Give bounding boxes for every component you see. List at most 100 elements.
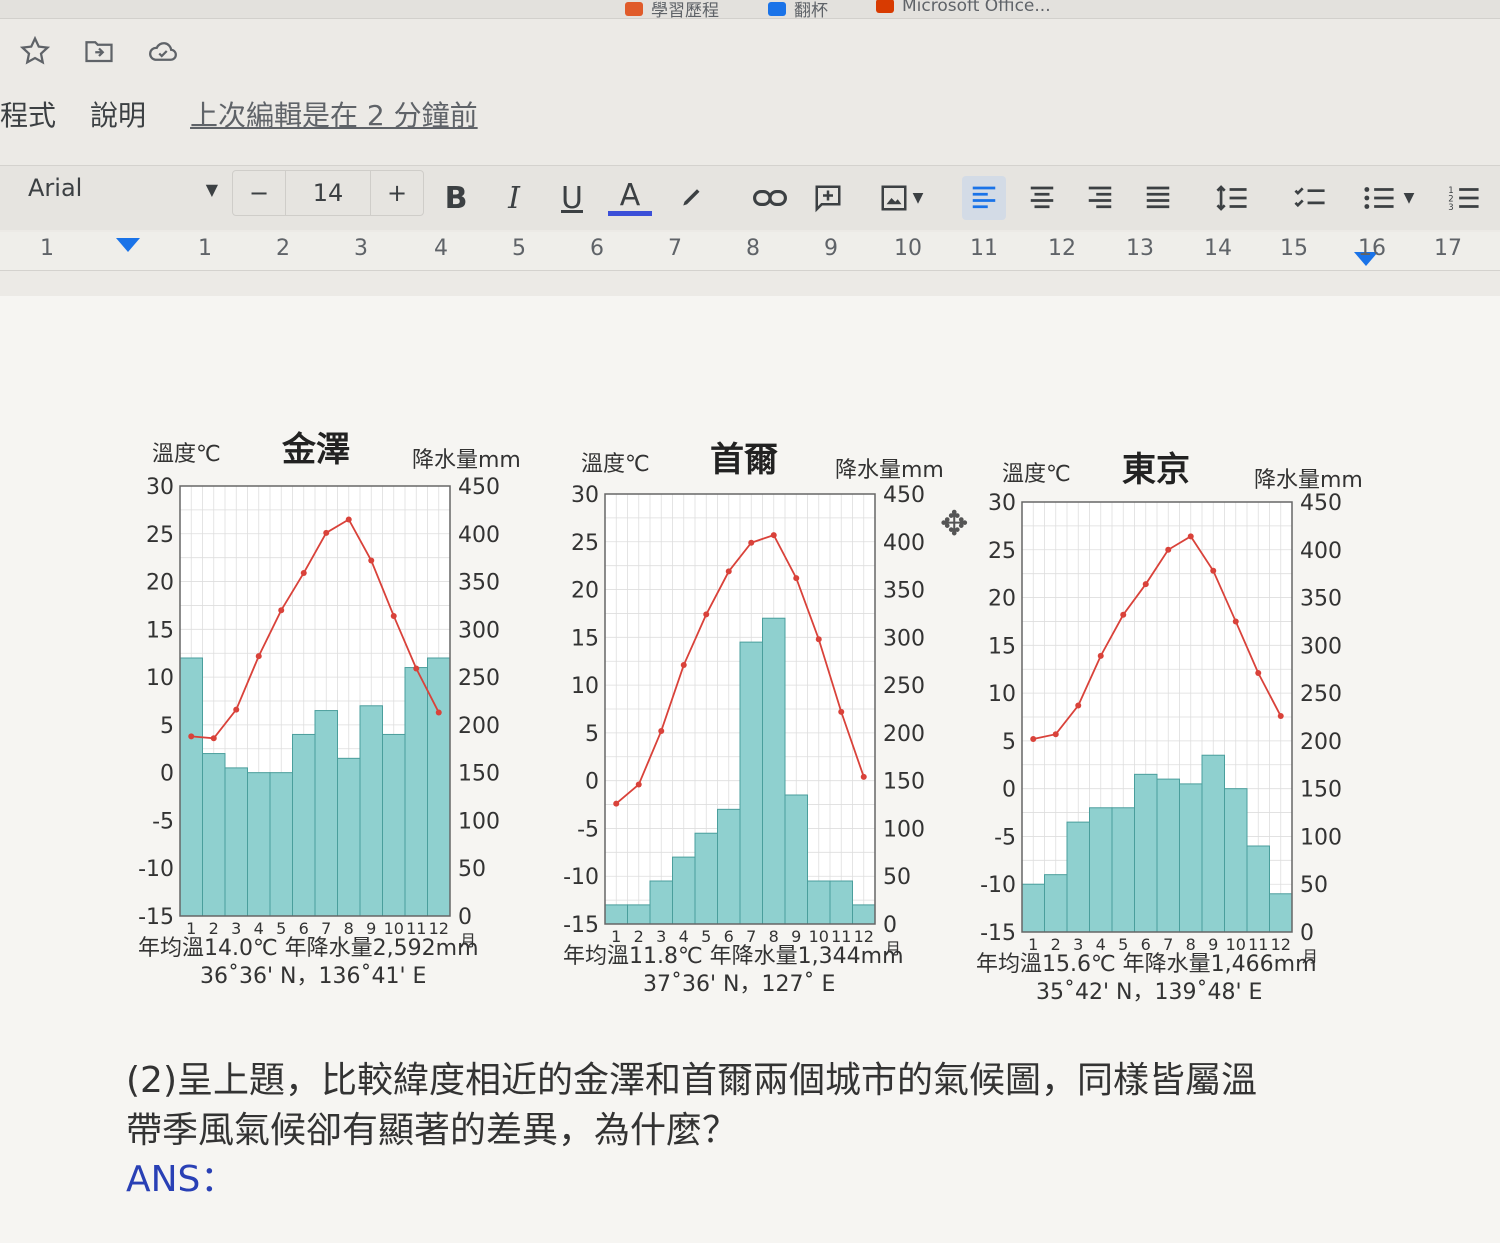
menu-item-help[interactable]: 說明 bbox=[90, 94, 146, 134]
temperature-point bbox=[188, 733, 195, 740]
temperature-point bbox=[210, 735, 217, 742]
precip-bar bbox=[1044, 874, 1068, 933]
precip-bar bbox=[807, 880, 831, 925]
font-size-input[interactable]: 14 bbox=[285, 171, 371, 215]
indent-marker-icon[interactable] bbox=[116, 238, 140, 252]
bookmark-item[interactable]: 翻杯 bbox=[768, 0, 828, 21]
ruler-number: 15 bbox=[1280, 236, 1308, 261]
precip-tick-label: 450 bbox=[458, 476, 500, 500]
chart-title: 首爾 bbox=[710, 440, 778, 480]
precip-tick-label: 200 bbox=[1300, 730, 1342, 755]
temp-tick-label: -15 bbox=[138, 905, 174, 930]
underline-button[interactable]: U bbox=[550, 176, 594, 220]
temperature-point bbox=[748, 539, 755, 546]
star-icon[interactable] bbox=[18, 34, 52, 68]
insert-comment-icon[interactable] bbox=[806, 176, 850, 220]
temp-tick-label: 15 bbox=[571, 626, 599, 651]
temperature-point bbox=[1165, 546, 1172, 553]
precip-axis-label: 降水量mm bbox=[1254, 468, 1363, 493]
ruler-number: 1 bbox=[198, 236, 212, 261]
precip-tick-label: 400 bbox=[458, 523, 500, 548]
bookmark-favicon bbox=[876, 0, 894, 13]
bookmark-item[interactable]: Microsoft Office... bbox=[876, 0, 1051, 16]
ruler-number: 17 bbox=[1434, 236, 1462, 261]
ruler-number: 4 bbox=[434, 236, 448, 261]
temp-axis-label: 溫度℃ bbox=[152, 442, 221, 467]
precip-bar bbox=[224, 767, 248, 917]
align-right-icon[interactable] bbox=[1078, 176, 1122, 220]
precip-bar bbox=[337, 757, 361, 917]
bold-button[interactable]: B bbox=[434, 176, 478, 220]
temperature-point bbox=[300, 569, 307, 576]
precip-bar bbox=[247, 772, 271, 917]
precip-tick-label: 0 bbox=[458, 905, 472, 930]
precip-bar bbox=[1134, 773, 1158, 933]
justify-icon[interactable] bbox=[1136, 176, 1180, 220]
temperature-point bbox=[1030, 735, 1037, 742]
font-family-select[interactable]: Arial ▼ bbox=[28, 174, 218, 202]
climate-chart-seoul[interactable]: 溫度℃ 首爾 降水量mm 30 25 20 15 10 5 0 -5 -10 -15 450 400 3… bbox=[555, 424, 955, 1004]
increase-font-size-button[interactable]: + bbox=[371, 171, 423, 215]
menu-item-extensions[interactable]: 程式 bbox=[0, 94, 56, 134]
climate-chart-tokyo[interactable]: 溫度℃ 東京 降水量mm 30 25 20 15 10 5 0 -5 -10 -15 450 400 3… bbox=[972, 432, 1372, 1012]
chart-coords: 36˚36' N，136˚41' E bbox=[200, 964, 427, 989]
line-spacing-icon[interactable] bbox=[1210, 176, 1254, 220]
temperature-point bbox=[770, 532, 777, 539]
precip-bar bbox=[1089, 807, 1113, 933]
chart-plot: 302520151050-5-10-1545040035030025020015… bbox=[980, 492, 1342, 966]
temp-tick-label: 30 bbox=[146, 476, 174, 500]
temp-axis-label: 溫度℃ bbox=[581, 452, 650, 477]
temperature-point bbox=[658, 727, 665, 734]
move-to-folder-icon[interactable] bbox=[82, 34, 116, 68]
document-page[interactable]: 溫度℃ 金澤 降水量mm 30 25 20 15 10 5 0 -5 -10 -15 450 400 3… bbox=[0, 296, 1500, 1243]
italic-button[interactable]: I bbox=[492, 176, 536, 220]
temp-tick-label: -5 bbox=[994, 825, 1016, 850]
numbered-list-icon[interactable]: 123 bbox=[1442, 176, 1486, 220]
precip-bar bbox=[649, 880, 673, 925]
decrease-font-size-button[interactable]: − bbox=[233, 171, 285, 215]
temp-tick-label: 30 bbox=[571, 484, 599, 508]
ruler-number: 9 bbox=[824, 236, 838, 261]
temp-tick-label: -15 bbox=[980, 921, 1016, 946]
temperature-point bbox=[323, 529, 330, 536]
insert-image-icon[interactable]: ▼ bbox=[866, 176, 936, 220]
precip-tick-label: 300 bbox=[883, 626, 925, 651]
precip-tick-label: 100 bbox=[883, 817, 925, 842]
precip-bar bbox=[179, 657, 203, 917]
chart-coords: 35˚42' N，139˚48' E bbox=[1036, 980, 1263, 1005]
precip-bar bbox=[1246, 845, 1270, 933]
temp-tick-label: 20 bbox=[988, 587, 1016, 612]
climate-chart-kanazawa[interactable]: 溫度℃ 金澤 降水量mm 30 25 20 15 10 5 0 -5 -10 -15 450 400 3… bbox=[130, 416, 530, 996]
precip-bar bbox=[359, 705, 383, 917]
precip-bar bbox=[404, 667, 428, 917]
align-left-icon[interactable] bbox=[962, 176, 1006, 220]
temp-tick-label: 5 bbox=[585, 722, 599, 747]
precip-bar bbox=[1111, 807, 1135, 933]
bulleted-list-icon[interactable]: ▼ bbox=[1350, 176, 1426, 220]
temp-tick-label: 20 bbox=[146, 571, 174, 596]
precip-bar bbox=[1156, 778, 1180, 933]
precip-bar bbox=[604, 904, 628, 925]
highlight-icon[interactable] bbox=[670, 176, 714, 220]
bookmark-item[interactable]: 學習歷程 bbox=[625, 0, 719, 21]
precip-tick-label: 100 bbox=[1300, 825, 1342, 850]
precip-bar bbox=[382, 733, 406, 917]
link-icon[interactable] bbox=[748, 176, 792, 220]
precip-tick-label: 50 bbox=[1300, 873, 1328, 898]
temp-tick-label: 0 bbox=[585, 770, 599, 795]
ruler-number: 11 bbox=[970, 236, 998, 261]
last-edit-link[interactable]: 上次編輯是在 2 分鐘前 bbox=[190, 94, 478, 134]
precip-tick-label: 50 bbox=[883, 865, 911, 890]
ruler-number: 8 bbox=[746, 236, 760, 261]
precip-bar bbox=[1224, 788, 1248, 933]
align-center-icon[interactable] bbox=[1020, 176, 1064, 220]
ruler[interactable]: 1 1 2 3 4 5 6 7 8 9 10 11 12 13 14 15 16… bbox=[0, 232, 1500, 271]
cloud-saved-icon[interactable] bbox=[146, 34, 180, 68]
formatting-toolbar: Arial ▼ − 14 + B I U A ▼ ▼ 1 2 3 bbox=[0, 165, 1500, 230]
temperature-point bbox=[390, 612, 397, 619]
move-cursor-icon: ✥ bbox=[940, 504, 969, 544]
checklist-icon[interactable] bbox=[1288, 176, 1332, 220]
text-color-swatch bbox=[608, 210, 652, 216]
ruler-number: 3 bbox=[354, 236, 368, 261]
text-color-button[interactable]: A bbox=[608, 176, 652, 220]
